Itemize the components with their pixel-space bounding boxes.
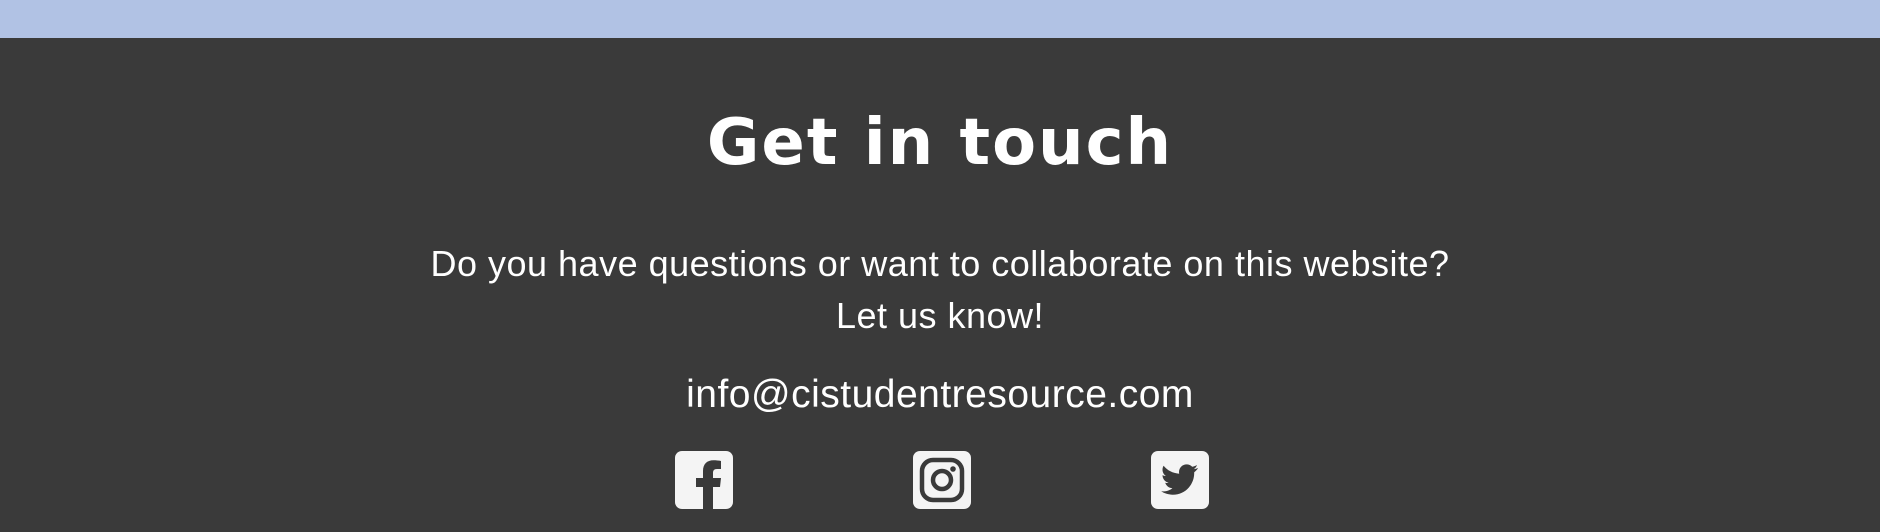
top-band (0, 0, 1880, 38)
footer-subtitle: Do you have questions or want to collabo… (0, 238, 1880, 342)
instagram-link[interactable] (913, 451, 971, 509)
facebook-link[interactable] (675, 451, 733, 509)
facebook-icon (696, 460, 721, 509)
footer-subtitle-line2: Let us know! (835, 295, 1045, 336)
contact-footer: Get in touch Do you have questions or wa… (0, 38, 1880, 532)
footer-title: Get in touch (706, 106, 1174, 180)
instagram-icon (919, 457, 965, 503)
footer-subtitle-line1: Do you have questions or want to collabo… (430, 243, 1450, 284)
twitter-link[interactable] (1151, 451, 1209, 509)
contact-email-link[interactable]: info@cistudentresource.com (0, 368, 1880, 422)
twitter-icon (1161, 464, 1198, 495)
